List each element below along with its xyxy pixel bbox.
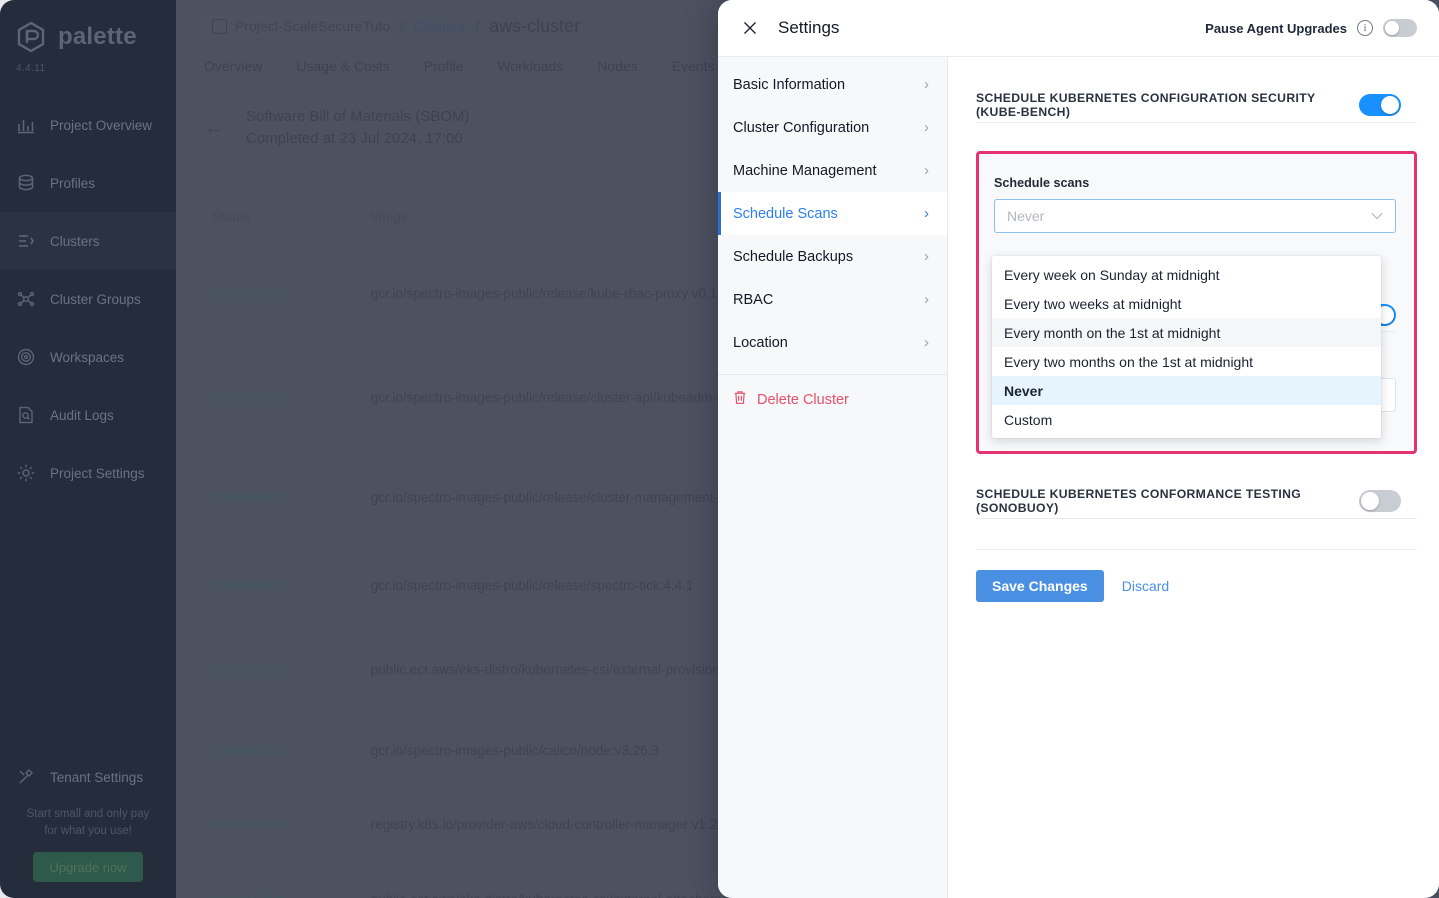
delete-cluster-label: Delete Cluster xyxy=(757,392,849,408)
chevron-right-icon: › xyxy=(924,76,929,93)
page-title: Settings xyxy=(778,18,839,38)
gear-icon xyxy=(16,463,36,483)
app-version: 4.4.11 xyxy=(0,54,176,74)
dropdown-option[interactable]: Custom xyxy=(992,405,1381,434)
sidebar-item-profiles[interactable]: Profiles xyxy=(0,154,176,212)
sidebar-item-label: Project Overview xyxy=(50,118,152,133)
app-root: palette 4.4.11 Project Overview Profiles… xyxy=(0,0,1439,898)
settings-nav: Basic Information › Cluster Configuratio… xyxy=(718,57,948,898)
nav-item-label: Basic Information xyxy=(733,77,845,93)
sidebar: palette 4.4.11 Project Overview Profiles… xyxy=(0,0,176,898)
dropdown-option-selected[interactable]: Never xyxy=(992,376,1381,405)
target-icon xyxy=(16,347,36,367)
sidebar-item-basic-information[interactable]: Basic Information › xyxy=(718,63,947,106)
chart-bars-icon xyxy=(16,115,36,135)
schedule-scans-label: Schedule scans xyxy=(994,176,1396,190)
schedule-scans-dropdown: Every week on Sunday at midnight Every t… xyxy=(992,256,1381,438)
sidebar-bottom: Tenant Settings Start small and only pay… xyxy=(0,748,176,898)
brand-logo[interactable]: palette xyxy=(0,0,176,54)
setting-sonobuoy: SCHEDULE KUBERNETES CONFORMANCE TESTING … xyxy=(976,483,1417,519)
brand-name: palette xyxy=(58,23,137,51)
dropdown-option[interactable]: Every month on the 1st at midnight xyxy=(992,318,1381,347)
modal-header: Settings Pause Agent Upgrades i xyxy=(718,0,1439,57)
sidebar-item-cluster-groups[interactable]: Cluster Groups xyxy=(0,270,176,328)
palette-logo-icon xyxy=(14,20,48,54)
sidebar-nav: Project Overview Profiles Clusters Clust… xyxy=(0,96,176,502)
sidebar-item-label: Workspaces xyxy=(50,350,124,365)
sidebar-item-location[interactable]: Location › xyxy=(718,321,947,364)
schedule-scans-panel: Schedule scans Never xyxy=(979,154,1414,233)
tenant-settings-icon xyxy=(16,767,36,787)
upgrade-now-button[interactable]: Upgrade now xyxy=(33,852,143,882)
sidebar-item-schedule-scans[interactable]: Schedule Scans › xyxy=(718,192,947,235)
info-icon[interactable]: i xyxy=(1357,20,1373,36)
chevron-right-icon: › xyxy=(924,119,929,136)
setting-label: SCHEDULE KUBERNETES CONFIGURATION SECURI… xyxy=(976,91,1359,119)
footer-divider xyxy=(976,549,1417,550)
sidebar-item-rbac[interactable]: RBAC › xyxy=(718,278,947,321)
nav-item-label: Schedule Scans xyxy=(733,206,838,222)
nav-item-label: RBAC xyxy=(733,292,773,308)
nav-item-label: Schedule Backups xyxy=(733,249,853,265)
chevron-right-icon: › xyxy=(924,248,929,265)
save-changes-button[interactable]: Save Changes xyxy=(976,570,1104,602)
sidebar-item-machine-management[interactable]: Machine Management › xyxy=(718,149,947,192)
kube-bench-toggle[interactable] xyxy=(1359,94,1401,116)
pause-agent-upgrades-label: Pause Agent Upgrades xyxy=(1205,21,1347,36)
sidebar-item-workspaces[interactable]: Workspaces xyxy=(0,328,176,386)
modal-body: Basic Information › Cluster Configuratio… xyxy=(718,57,1439,898)
dropdown-option[interactable]: Every week on Sunday at midnight xyxy=(992,260,1381,289)
sidebar-item-project-settings[interactable]: Project Settings xyxy=(0,444,176,502)
pause-agent-upgrades-toggle[interactable] xyxy=(1383,19,1417,37)
setting-kube-bench: SCHEDULE KUBERNETES CONFIGURATION SECURI… xyxy=(976,87,1417,123)
nav-divider xyxy=(718,374,947,375)
chevron-down-icon xyxy=(1371,209,1383,223)
chevron-right-icon: › xyxy=(924,162,929,179)
setting-label: SCHEDULE KUBERNETES CONFORMANCE TESTING … xyxy=(976,487,1359,515)
trash-icon xyxy=(733,390,747,409)
sidebar-item-label: Cluster Groups xyxy=(50,292,141,307)
clusters-icon xyxy=(16,231,36,251)
promo-line-2: for what you use! xyxy=(16,823,160,840)
sidebar-item-project-overview[interactable]: Project Overview xyxy=(0,96,176,154)
close-icon[interactable] xyxy=(736,14,764,42)
dropdown-option[interactable]: Every two weeks at midnight xyxy=(992,289,1381,318)
nav-item-label: Location xyxy=(733,335,788,351)
settings-content: SCHEDULE KUBERNETES CONFIGURATION SECURI… xyxy=(948,57,1439,898)
sidebar-item-tenant-settings[interactable]: Tenant Settings xyxy=(0,748,176,806)
sidebar-item-cluster-configuration[interactable]: Cluster Configuration › xyxy=(718,106,947,149)
nav-item-label: Cluster Configuration xyxy=(733,120,869,136)
sidebar-item-label: Project Settings xyxy=(50,466,145,481)
chevron-right-icon: › xyxy=(924,291,929,308)
footer-actions: Save Changes Discard xyxy=(976,570,1417,602)
sidebar-item-label: Profiles xyxy=(50,176,95,191)
delete-cluster-button[interactable]: Delete Cluster xyxy=(718,383,947,416)
sidebar-item-label: Audit Logs xyxy=(50,408,114,423)
discard-button[interactable]: Discard xyxy=(1122,578,1169,594)
cluster-groups-icon xyxy=(16,289,36,309)
sidebar-item-clusters[interactable]: Clusters xyxy=(0,212,176,270)
settings-modal: Settings Pause Agent Upgrades i Basic In… xyxy=(718,0,1439,898)
promo-line-1: Start small and only pay xyxy=(16,806,160,823)
sidebar-item-label: Clusters xyxy=(50,234,100,249)
upgrade-promo: Start small and only pay for what you us… xyxy=(0,806,176,852)
audit-logs-icon xyxy=(16,405,36,425)
sidebar-item-schedule-backups[interactable]: Schedule Backups › xyxy=(718,235,947,278)
pause-agent-upgrades-control: Pause Agent Upgrades i xyxy=(1205,19,1417,37)
schedule-scans-value: Never xyxy=(1007,208,1044,224)
chevron-right-icon: › xyxy=(924,334,929,351)
sonobuoy-section: SCHEDULE KUBERNETES CONFORMANCE TESTING … xyxy=(976,483,1417,519)
chevron-right-icon: › xyxy=(924,205,929,222)
stack-layers-icon xyxy=(16,173,36,193)
schedule-scans-select[interactable]: Never xyxy=(994,199,1396,233)
sidebar-item-audit-logs[interactable]: Audit Logs xyxy=(0,386,176,444)
sonobuoy-toggle[interactable] xyxy=(1359,490,1401,512)
sidebar-item-label: Tenant Settings xyxy=(50,770,143,785)
schedule-scans-highlight-region: Schedule scans Never SCHEDULE KUBERNETES… xyxy=(976,151,1417,454)
dropdown-option[interactable]: Every two months on the 1st at midnight xyxy=(992,347,1381,376)
nav-item-label: Machine Management xyxy=(733,163,876,179)
